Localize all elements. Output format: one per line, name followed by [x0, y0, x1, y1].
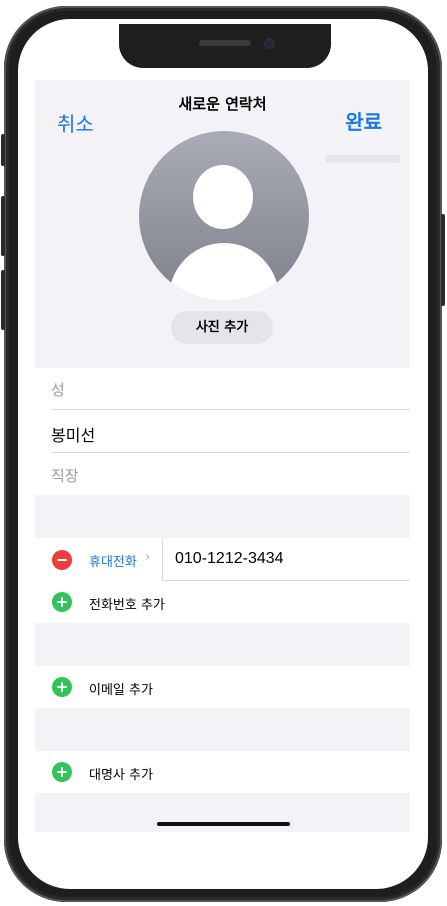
last-name-field[interactable]: 성 [51, 379, 65, 400]
divider [51, 409, 410, 410]
notch [119, 24, 331, 68]
add-pronoun-button[interactable]: 대명사 추가 [89, 764, 153, 783]
divider [51, 452, 410, 453]
cancel-button[interactable]: 취소 [57, 108, 94, 137]
add-photo-button[interactable]: 사진 추가 [171, 311, 273, 344]
divider [162, 538, 163, 580]
first-name-field[interactable]: 봉미선 [51, 422, 95, 446]
done-button[interactable]: 완료 [345, 106, 382, 135]
side-button [441, 214, 445, 306]
company-field[interactable]: 직장 [51, 465, 79, 486]
front-camera-icon [264, 38, 275, 49]
remove-phone-button[interactable] [52, 550, 72, 570]
add-phone-icon[interactable] [52, 592, 72, 612]
add-pronoun-icon[interactable] [52, 762, 72, 782]
name-fields-group: 성 봉미선 직장 [35, 368, 410, 495]
mute-switch [1, 134, 5, 166]
email-group: 이메일 추가 [35, 666, 410, 708]
volume-up-button [1, 196, 5, 256]
pronoun-group: 대명사 추가 [35, 751, 410, 793]
phone-group: 휴대전화 › 010-1212-3434 전화번호 추가 [35, 538, 410, 623]
person-head-icon [193, 165, 253, 229]
avatar-placeholder[interactable] [139, 131, 309, 301]
divider [162, 580, 410, 581]
add-email-icon[interactable] [52, 677, 72, 697]
phone-number-field[interactable]: 010-1212-3434 [175, 550, 284, 568]
blurred-region [325, 155, 400, 163]
phone-type-selector[interactable]: 휴대전화 [89, 551, 137, 570]
add-phone-button[interactable]: 전화번호 추가 [89, 594, 165, 613]
home-indicator[interactable] [157, 822, 290, 826]
add-email-button[interactable]: 이메일 추가 [89, 679, 153, 698]
speaker-grille [199, 40, 251, 46]
new-contact-screen: 새로운 연락처 취소 완료 사진 추가 성 봉미선 직장 휴대전화 › 010-… [35, 80, 410, 832]
person-body-icon [169, 243, 279, 301]
volume-down-button [1, 270, 5, 330]
chevron-right-icon: › [145, 550, 151, 565]
